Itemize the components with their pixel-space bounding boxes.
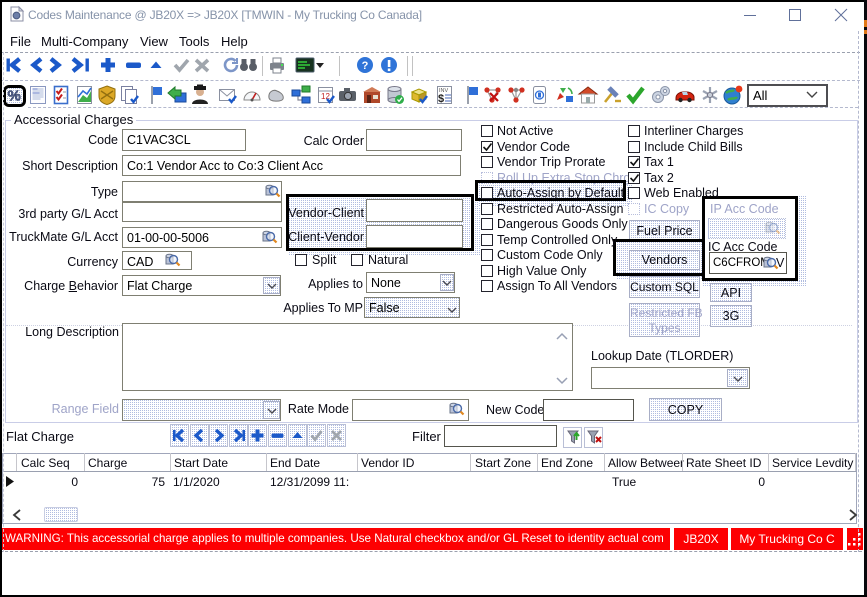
svg-text:%: % xyxy=(8,88,21,105)
svg-text:$: $ xyxy=(438,93,444,105)
svg-text:?: ? xyxy=(362,60,369,72)
